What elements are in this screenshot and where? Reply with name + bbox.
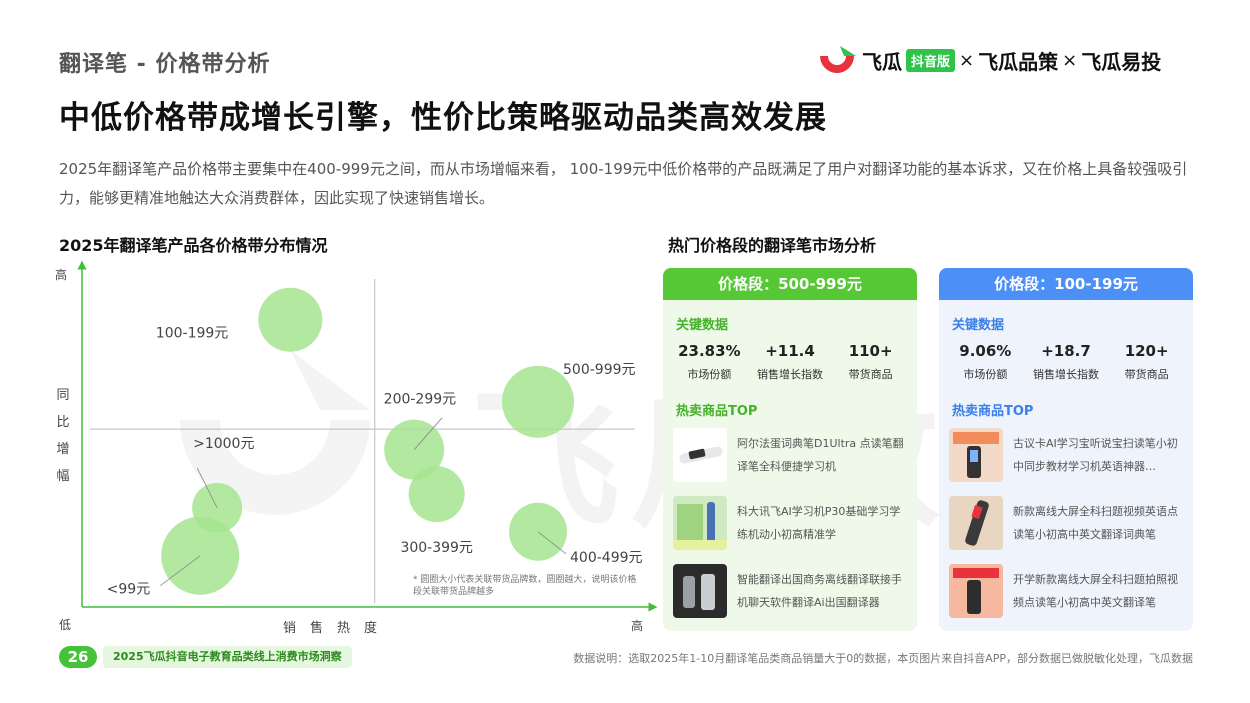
product-name: 古议卡AI学习宝听说宝扫读笔小初中同步教材学习机英语神器…: [1013, 437, 1178, 473]
product-name: 智能翻译出国商务离线翻译联接手机聊天软件翻译Ai出国翻译器: [737, 573, 902, 609]
stat-products: 110+ 带货商品: [848, 342, 893, 381]
key-stats: 23.83% 市场份额 +11.4 销售增长指数 110+ 带货商品: [669, 342, 911, 382]
brand-separator: ×: [1062, 49, 1078, 71]
page-description: 2025年翻译笔产品价格带主要集中在400-999元之间，而从市场增幅来看， 1…: [59, 160, 1188, 207]
chart-title: 2025年翻译笔产品各价格带分布情况: [59, 236, 328, 255]
bubble-label-0: 100-199元: [156, 326, 229, 342]
brand-badge-douyin: 抖音版: [906, 48, 956, 72]
data-source-note: 数据说明：选取2025年1-10月翻译笔品类商品销量大于0的数据，本页图片来自抖…: [573, 652, 1193, 665]
bubble-label-5: 400-499元: [570, 550, 643, 566]
key-data-label: 关键数据: [676, 318, 729, 333]
product-thumbnail: [673, 496, 727, 550]
product-thumbnail: [949, 428, 1003, 482]
product-name: 新款离线大屏全科扫题视频英语点读笔小初高中英文翻译词典笔: [1013, 505, 1178, 541]
bubble-label-6: <99元: [107, 582, 151, 598]
x-axis-label: 销售热度: [283, 621, 392, 636]
product-name: 科大讯飞AI学习机P30基础学习学练机动小初高精准学: [737, 505, 901, 541]
product-name: 阿尔法蛋词典笔D1Ultra 点读笔翻译笔全科便捷学习机: [737, 437, 904, 473]
stat-market-share: 9.06% 市场份额: [959, 342, 1012, 381]
stat-products: 120+ 带货商品: [1124, 342, 1169, 381]
product-name: 开学新款离线大屏全科扫题拍照视频点读笔小初高中英文翻译笔: [1013, 573, 1178, 609]
top-products-label: 热卖商品TOP: [676, 404, 758, 419]
product-item[interactable]: 古议卡AI学习宝听说宝扫读笔小初中同步教材学习机英语神器…: [949, 428, 1189, 482]
top-products-label: 热卖商品TOP: [952, 404, 1034, 419]
brand-name-feigua: 飞瓜: [862, 49, 902, 74]
stat-growth-index: +11.4 销售增长指数: [756, 342, 823, 381]
bubble-label-1: 500-999元: [563, 362, 636, 378]
page-number: 26: [59, 646, 97, 668]
product-item[interactable]: 阿尔法蛋词典笔D1Ultra 点读笔翻译笔全科便捷学习机: [673, 428, 913, 482]
key-stats: 9.06% 市场份额 +18.7 销售增长指数 120+ 带货商品: [945, 342, 1187, 382]
x-axis-high-label: 高: [631, 619, 644, 633]
product-item[interactable]: 科大讯飞AI学习机P30基础学习学练机动小初高精准学: [673, 496, 913, 550]
bubble-label-4: >1000元: [193, 436, 254, 452]
chart-note: * 圆圈大小代表关联带货品牌数，圆圈越大，说明该价格段关联带货品牌越多: [413, 575, 637, 597]
report-name: 2025飞瓜抖音电子教育品类线上消费市场洞察: [103, 646, 352, 668]
panel-header: 价格段：500-999元: [663, 268, 917, 300]
product-thumbnail: [673, 564, 727, 618]
feigua-logo-icon: [820, 46, 856, 73]
panel-header: 价格段：100-199元: [939, 268, 1193, 300]
stat-market-share: 23.83% 市场份额: [678, 342, 741, 381]
section-subtitle: 翻译笔 - 价格带分析: [59, 52, 271, 77]
bubble-label-3: 300-399元: [400, 540, 473, 556]
bubble-label-2: 200-299元: [384, 392, 457, 408]
brand-separator: ×: [959, 49, 975, 71]
key-data-label: 关键数据: [952, 318, 1005, 333]
stat-growth-index: +18.7 销售增长指数: [1032, 342, 1099, 381]
product-thumbnail: [673, 428, 727, 482]
market-analysis-title: 热门价格段的翻译笔市场分析: [668, 236, 877, 255]
product-item[interactable]: 智能翻译出国商务离线翻译联接手机聊天软件翻译Ai出国翻译器: [673, 564, 913, 618]
bubble-3: [408, 466, 465, 523]
page-title: 中低价格带成增长引擎，性价比策略驱动品类高效发展: [59, 100, 827, 136]
brand-name-pince: 飞瓜品策: [978, 49, 1059, 74]
bubble-0: [258, 287, 323, 352]
axis-origin-low-label: 低: [59, 618, 72, 632]
price-panel-500-999: 价格段：500-999元 关键数据 23.83% 市场份额 +11.4 销售增长指数…: [663, 268, 917, 631]
y-axis-label: 同比增幅: [56, 388, 70, 484]
price-panel-100-199: 价格段：100-199元 关键数据 9.06% 市场份额 +18.7 销售增长指数 …: [939, 268, 1193, 631]
product-item[interactable]: 新款离线大屏全科扫题视频英语点读笔小初高中英文翻译词典笔: [949, 496, 1189, 550]
product-item[interactable]: 开学新款离线大屏全科扫题拍照视频点读笔小初高中英文翻译笔: [949, 564, 1189, 618]
product-thumbnail: [949, 564, 1003, 618]
brand-lockup: 飞瓜 抖音版 × 飞瓜品策 × 飞瓜易投: [818, 44, 1161, 76]
brand-name-yitou: 飞瓜易投: [1081, 49, 1162, 74]
y-axis-high-label: 高: [55, 268, 68, 282]
product-thumbnail: [949, 496, 1003, 550]
